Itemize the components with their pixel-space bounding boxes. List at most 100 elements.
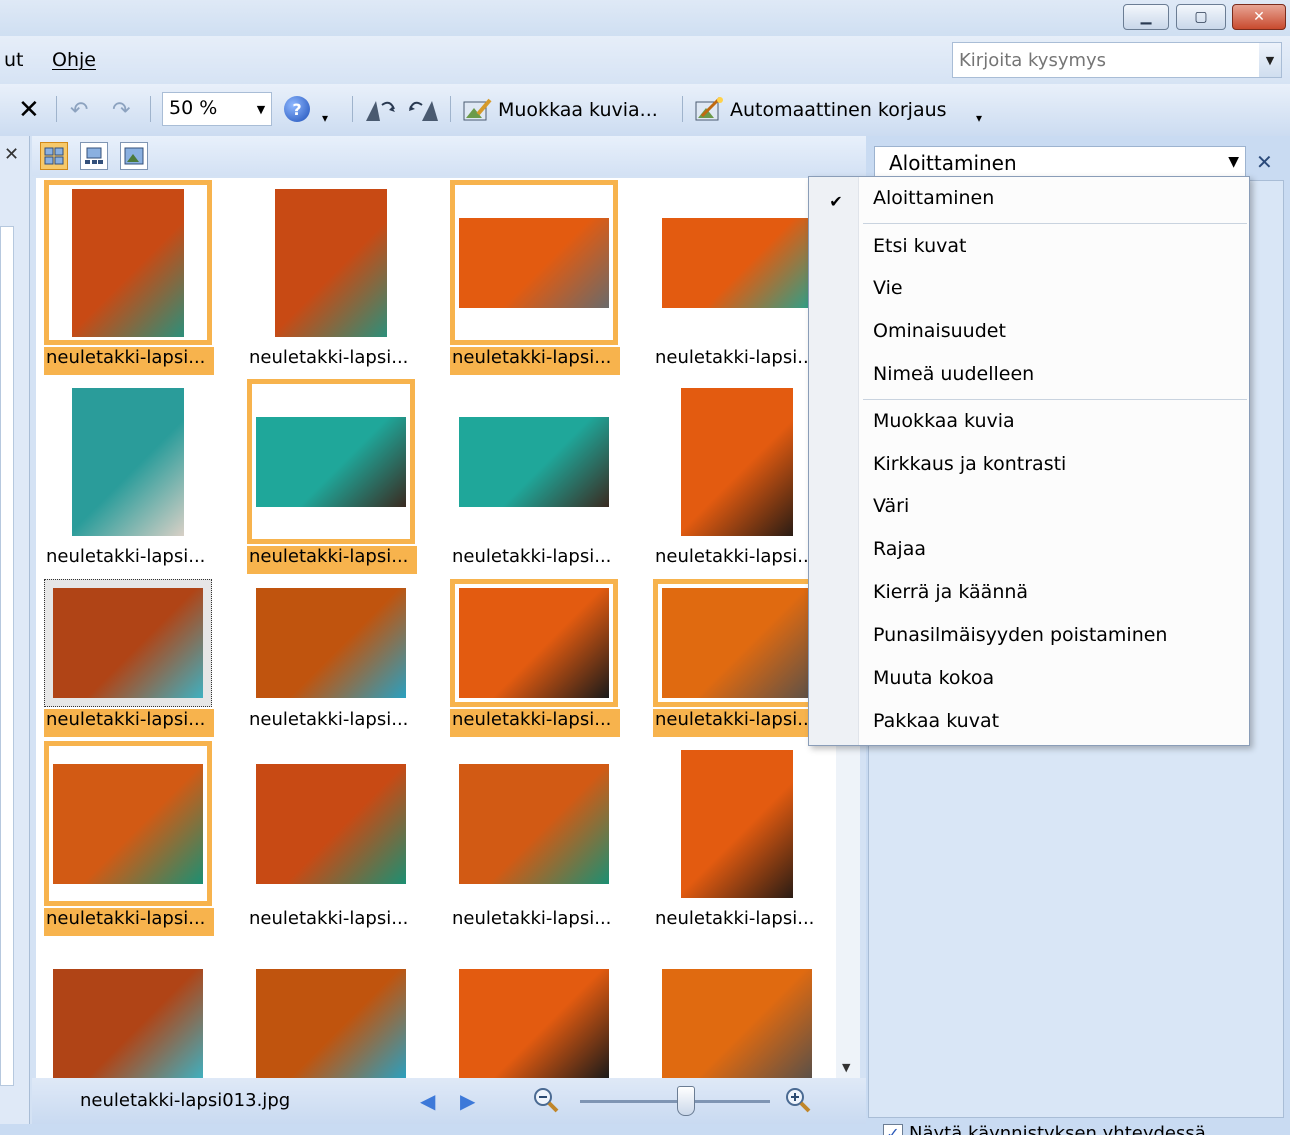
left-pane-strip: ✕ (0, 136, 30, 1124)
task-pane-selector[interactable]: Aloittaminen ▼ (874, 146, 1246, 178)
menu-item-1[interactable]: Etsi kuvat (873, 235, 966, 257)
thumbnail-image[interactable] (459, 416, 609, 507)
thumbnail-frame[interactable] (653, 379, 821, 544)
maximize-button[interactable]: ▢ (1176, 4, 1226, 30)
thumbnail-frame[interactable] (247, 579, 415, 707)
thumbnail-caption: neuletakki-lapsi... (450, 347, 620, 375)
task-pane-menu: ✔ Aloittaminen Etsi kuvat Vie Ominaisuudet Ni… (808, 176, 1250, 746)
thumbnail-image[interactable] (256, 763, 406, 884)
thumbnail-image[interactable] (53, 763, 203, 884)
menu-item-7[interactable]: Väri (873, 495, 909, 517)
thumbnail-frame[interactable] (653, 741, 821, 906)
main-frame: ✕ neuletakki-lapsi... neuletakki-lapsi...… (0, 136, 866, 1124)
help-search-input[interactable] (953, 43, 1253, 77)
thumbnail-frame[interactable] (247, 180, 415, 345)
thumbnail-frame[interactable] (653, 180, 821, 345)
thumbnail-image[interactable] (256, 416, 406, 507)
thumbnail-frame[interactable] (450, 741, 618, 906)
thumbnail-image[interactable] (275, 188, 387, 337)
thumbnail-caption: neuletakki-lapsi... (450, 709, 620, 737)
menu-help[interactable]: Ohje (52, 49, 96, 71)
toolbar-options-icon[interactable]: ▾ (322, 100, 328, 136)
toolbar-separator (352, 96, 353, 122)
menu-item-5[interactable]: Muokkaa kuvia (873, 410, 1015, 432)
zoom-slider-thumb[interactable] (677, 1086, 695, 1116)
edit-pictures-button[interactable]: Muokkaa kuvia... (462, 92, 658, 128)
previous-arrow-icon[interactable]: ◀ (420, 1089, 435, 1113)
thumbnail-frame[interactable] (44, 579, 212, 707)
menu-item-9[interactable]: Kierrä ja käännä (873, 581, 1028, 603)
toolbar-options-icon[interactable]: ▾ (976, 100, 982, 136)
thumbnail-image[interactable] (72, 188, 184, 337)
next-arrow-icon[interactable]: ▶ (460, 1089, 475, 1113)
thumbnail-frame[interactable] (450, 180, 618, 345)
scroll-down-arrow-icon[interactable]: ▼ (842, 1061, 850, 1074)
chevron-down-icon[interactable]: ▼ (251, 93, 271, 125)
thumbnail-caption: neuletakki-lapsi... (249, 347, 409, 368)
thumbnail-image[interactable] (72, 387, 184, 536)
show-at-startup-checkbox[interactable]: ✓ Näytä käynnistyksen yhteydessä (883, 1123, 1206, 1135)
zoom-slider-track[interactable] (580, 1100, 770, 1103)
thumbnail-frame[interactable] (44, 180, 212, 345)
chevron-down-icon[interactable]: ▼ (1228, 154, 1239, 170)
thumbnail-frame[interactable] (450, 579, 618, 707)
close-icon[interactable]: ✕ (1256, 150, 1273, 174)
thumbnail-image[interactable] (256, 588, 406, 698)
filmstrip-view-icon[interactable] (80, 142, 108, 170)
zoom-out-icon[interactable] (532, 1086, 560, 1114)
thumbnail-image[interactable] (459, 968, 609, 1078)
thumbnail-frame[interactable] (247, 741, 415, 906)
rotate-right-icon[interactable] (406, 92, 440, 128)
thumbnail-frame[interactable] (450, 379, 618, 544)
view-toolbar (32, 136, 866, 176)
close-icon[interactable]: ✕ (4, 144, 19, 165)
undo-icon[interactable]: ↶ (70, 92, 88, 128)
thumbnail-frame[interactable] (44, 941, 212, 1078)
thumbnail-frame[interactable] (653, 941, 821, 1078)
menu-item-8[interactable]: Rajaa (873, 538, 926, 560)
menu-item-12[interactable]: Pakkaa kuvat (873, 710, 999, 732)
menu-item-3[interactable]: Ominaisuudet (873, 320, 1006, 342)
close-button[interactable]: ✕ (1232, 4, 1286, 30)
thumbnail-image[interactable] (662, 588, 812, 698)
thumbnail-image[interactable] (459, 763, 609, 884)
thumbnail-frame[interactable] (247, 941, 415, 1078)
checkbox-checked-icon[interactable]: ✓ (883, 1123, 903, 1135)
thumbnail-image[interactable] (681, 749, 793, 898)
thumbnail-image[interactable] (662, 968, 812, 1078)
thumbnail-frame[interactable] (653, 579, 821, 707)
thumbnail-image[interactable] (53, 968, 203, 1078)
thumbnail-image[interactable] (662, 217, 812, 308)
thumbnail-frame[interactable] (44, 379, 212, 544)
toolbar-separator (150, 96, 151, 122)
menu-item-11[interactable]: Muuta kokoa (873, 667, 994, 689)
rotate-left-icon[interactable] (364, 92, 398, 128)
thumbnail-image[interactable] (256, 968, 406, 1078)
thumbnail-image[interactable] (53, 588, 203, 698)
chevron-down-icon[interactable]: ▼ (1259, 43, 1281, 77)
thumbnail-frame[interactable] (247, 379, 415, 544)
thumbnail-caption: neuletakki-lapsi.. (655, 347, 809, 368)
thumbnail-image[interactable] (459, 217, 609, 308)
zoom-combo[interactable]: 50 % ▼ (162, 92, 272, 126)
help-search-box[interactable]: ▼ (952, 42, 1282, 78)
delete-icon[interactable]: ✕ (18, 92, 40, 128)
thumbnail-view-icon[interactable] (40, 142, 68, 170)
menu-item-10[interactable]: Punasilmäisyyden poistaminen (873, 624, 1167, 646)
menu-item-6[interactable]: Kirkkaus ja kontrasti (873, 453, 1066, 475)
menu-item-4[interactable]: Nimeä uudelleen (873, 363, 1034, 385)
zoom-in-icon[interactable] (784, 1086, 812, 1114)
help-icon[interactable]: ? (284, 96, 310, 122)
thumbnail-frame[interactable] (450, 941, 618, 1078)
thumbnail-image[interactable] (459, 588, 609, 698)
toolbar-separator (56, 96, 57, 122)
auto-correct-button[interactable]: Automaattinen korjaus (694, 92, 947, 128)
thumbnail-image[interactable] (681, 387, 793, 536)
thumbnail-frame[interactable] (44, 741, 212, 906)
single-picture-view-icon[interactable] (120, 142, 148, 170)
redo-icon[interactable]: ↷ (112, 92, 130, 128)
menu-tools[interactable]: ut (4, 49, 24, 71)
minimize-button[interactable]: ▁ (1123, 4, 1169, 30)
menu-item-2[interactable]: Vie (873, 277, 903, 299)
menu-item-0[interactable]: Aloittaminen (873, 187, 994, 209)
